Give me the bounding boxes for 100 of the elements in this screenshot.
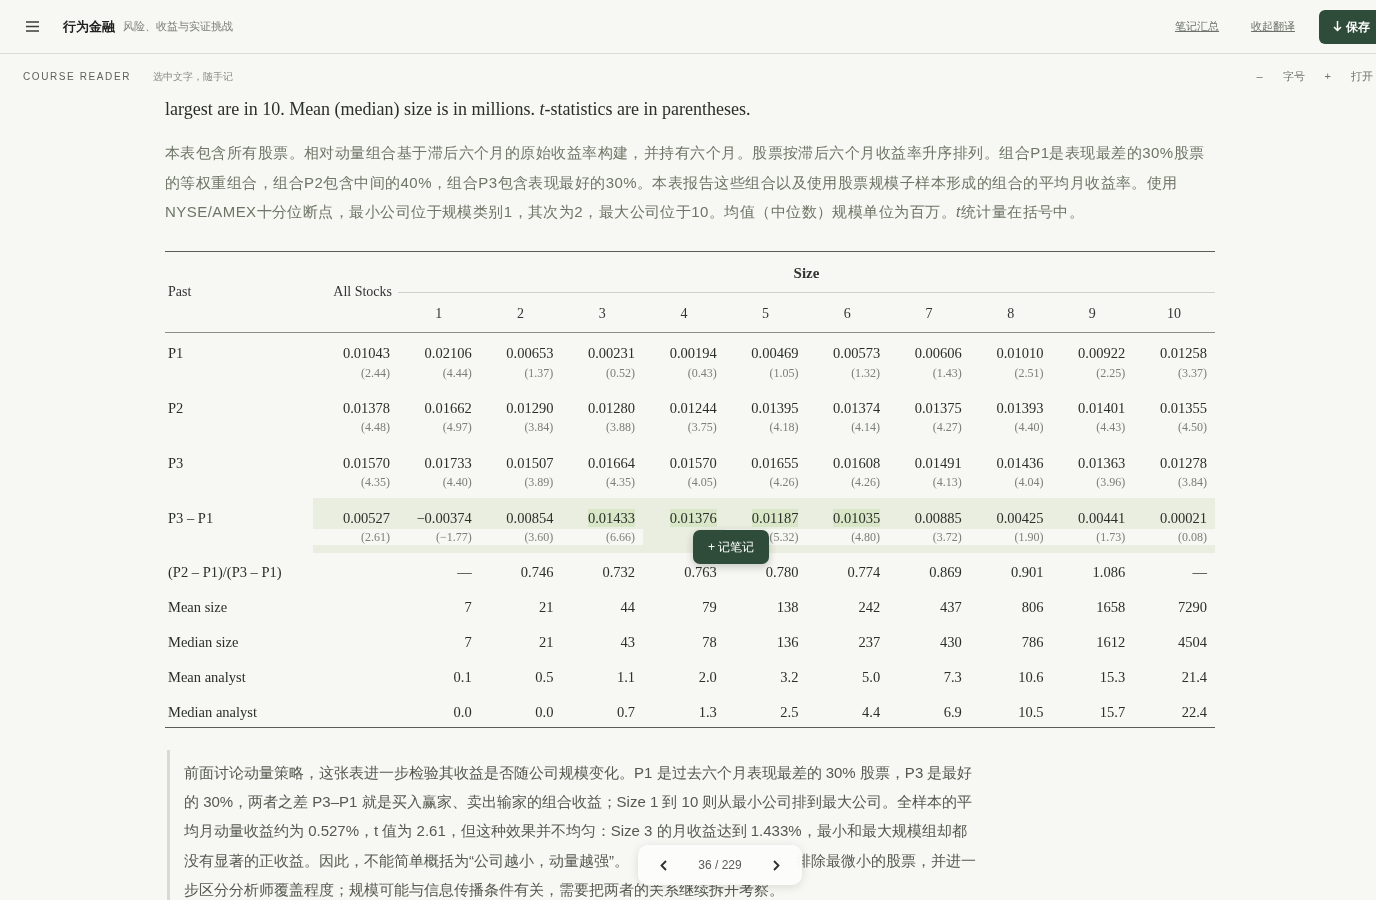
note-text: 前面讨论动量策略，这张表进一步检验其收益是否随公司规模变化。P1 是过去六个月表现最差的 30% 股票，P3 是最好 — [184, 763, 973, 783]
toolbar-link[interactable]: 收起翻译 — [1251, 18, 1295, 35]
t-statistic: (3.84) — [1177, 474, 1207, 491]
column-header: 5 — [762, 306, 770, 321]
table-cell: 1.3 — [698, 702, 717, 721]
table-cell: 2.5 — [780, 702, 799, 721]
table-cell: 1.1 — [616, 667, 636, 686]
note-text: 排除最微小的股票，并进一 — [796, 850, 976, 871]
t-statistic: (4.27) — [931, 419, 962, 436]
table-cell: 237 — [858, 632, 881, 651]
t-statistic: (0.43) — [686, 364, 717, 381]
table-cell: 0.01662 — [424, 398, 472, 417]
t-statistic: (1.05) — [768, 364, 799, 381]
table-cell: 7 — [464, 632, 472, 651]
toolbar-link[interactable]: 笔记汇总 — [1175, 18, 1219, 35]
t-statistic: (6.66) — [561, 529, 644, 546]
table-cell: 0.01570 — [342, 453, 390, 472]
t-statistic: (4.35) — [605, 474, 636, 491]
t-statistic: (1.32) — [850, 364, 881, 381]
save-button[interactable]: 保存 — [1319, 9, 1376, 44]
open-button[interactable]: 打开 — [1351, 67, 1373, 85]
table-cell: 43 — [620, 632, 636, 651]
t-statistic: (4.48) — [360, 419, 390, 436]
table-cell: 0.01035 — [833, 508, 881, 527]
table-cell: 78 — [702, 632, 717, 651]
table-cell: 0.01491 — [914, 453, 962, 472]
table-cell: 0.00527 — [342, 508, 390, 527]
table-cell: 0.732 — [602, 562, 636, 581]
t-statistic: (3.84) — [523, 419, 554, 436]
table-cell: 0.00922 — [1078, 344, 1126, 362]
t-statistic: (2.51) — [1013, 364, 1044, 381]
table-cell: 0.00194 — [669, 344, 717, 362]
table-cell: 0.01401 — [1078, 398, 1126, 417]
table-cell: 0.01507 — [506, 453, 554, 472]
t-statistic: (4.18) — [768, 419, 799, 436]
t-statistic: (3.96) — [1095, 474, 1126, 491]
reader-label: COURSE READER — [23, 69, 132, 84]
row-label: Median analyst — [168, 703, 257, 720]
table-cell: 0.869 — [929, 562, 962, 581]
t-statistic: (4.14) — [850, 419, 881, 436]
t-statistic: (4.04) — [1013, 474, 1044, 491]
column-header: 2 — [517, 306, 525, 321]
table-cell: 430 — [940, 632, 962, 651]
arrow-down-icon — [1333, 21, 1342, 32]
t-statistic: (4.35) — [360, 474, 390, 491]
t-statistic: (2.61) — [313, 529, 398, 546]
row-label: P3 — [168, 454, 184, 471]
table-cell: — — [457, 562, 472, 581]
table-cell: 0.01436 — [996, 453, 1044, 472]
t-statistic: (0.08) — [1133, 529, 1215, 546]
table-cell: 1612 — [1096, 632, 1126, 651]
table-cell: 1658 — [1096, 597, 1126, 616]
table-cell: 10.5 — [1018, 702, 1044, 721]
table-cell: 0.780 — [765, 562, 799, 581]
t-statistic: (4.26) — [768, 474, 799, 491]
table-cell: 0.00469 — [751, 344, 799, 362]
add-note-button[interactable]: + 记笔记 — [693, 529, 770, 564]
table-cell: 0.746 — [520, 562, 554, 581]
table-cell: 0.0 — [535, 702, 554, 721]
table-cell: 15.7 — [1099, 702, 1126, 721]
column-header: Past — [168, 284, 192, 300]
note-text: 的 30%，两者之差 P3–P1 就是买入赢家、卖出输家的组合收益；Size 1 到 10 则从最小公司排到最大公司。全样本的平 — [184, 792, 973, 813]
table-cell: 4504 — [1178, 632, 1207, 651]
column-header: 8 — [1007, 306, 1015, 321]
table-cell: 0.00885 — [914, 508, 962, 527]
table-cell: 0.01395 — [751, 398, 799, 417]
table-cell: 0.5 — [535, 667, 554, 686]
table-cell: 0.01570 — [669, 453, 717, 472]
column-header: 6 — [843, 306, 851, 321]
t-statistic: (4.05) — [686, 474, 717, 491]
t-statistic: (4.80) — [806, 529, 889, 546]
table-cell: 0.01608 — [833, 453, 881, 472]
column-header: All Stocks — [333, 284, 392, 300]
t-statistic: (4.40) — [441, 474, 472, 491]
note-text: 步区分分析师覆盖程度；规模可能与信息传播条件有关，需要把两者的关系继续拆开考察。 — [184, 879, 784, 900]
app-title: 行为金融 — [63, 17, 115, 36]
table-cell: 0.01363 — [1078, 453, 1126, 472]
t-statistic: (1.73) — [1051, 529, 1134, 546]
increase-font-button[interactable]: + — [1324, 67, 1331, 85]
table-cell: 15.3 — [1099, 667, 1126, 686]
table-cell: 0.01378 — [342, 398, 390, 417]
t-statistic: (3.88) — [605, 419, 636, 436]
table-cell: 0.02106 — [424, 344, 472, 362]
table-cell: 0.01290 — [506, 398, 554, 417]
table-cell: 44 — [620, 597, 636, 616]
note-text: 没有显著的正收益。因此，不能简单概括为“公司越小，动量越强”。 — [184, 850, 629, 871]
table-cell: 0.7 — [616, 702, 636, 721]
decrease-font-button[interactable]: – — [1256, 67, 1263, 85]
table-cell: 0.00441 — [1078, 508, 1126, 527]
table-cell: 4.4 — [862, 702, 881, 721]
menu-icon[interactable] — [26, 21, 39, 32]
column-header: 3 — [598, 306, 606, 321]
t-statistic: (2.25) — [1095, 364, 1126, 381]
table-cell: 0.00606 — [914, 344, 962, 362]
table-cell: 2.0 — [698, 667, 717, 686]
table-cell: 1.086 — [1092, 562, 1126, 581]
table-cell: 242 — [858, 597, 881, 616]
row-label: P2 — [168, 399, 184, 416]
table-cell: 0.00231 — [587, 344, 636, 362]
reader-hint: 选中文字，随手记 — [153, 69, 234, 84]
